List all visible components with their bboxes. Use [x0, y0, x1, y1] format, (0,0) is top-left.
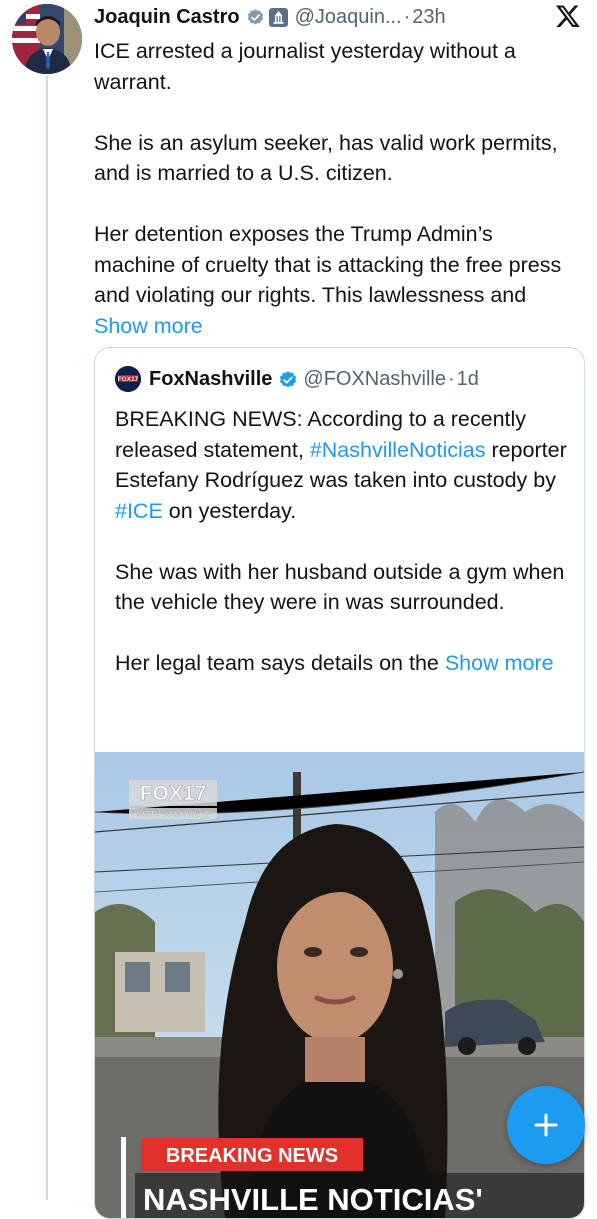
quote-text: Her legal team says details on the — [115, 651, 445, 675]
avatar[interactable] — [12, 4, 82, 74]
quote-timestamp[interactable]: 1d — [457, 368, 479, 391]
quote-author-handle[interactable]: @FOXNashville — [303, 368, 446, 391]
quote-paragraph: Her legal team says details on the Show … — [115, 648, 570, 679]
quote-body: BREAKING NEWS: According to a recently r… — [115, 404, 570, 709]
tweet-paragraph: She is an asylum seeker, has valid work … — [94, 130, 558, 186]
plus-icon — [534, 1113, 558, 1137]
tweet-header: Joaquin Castro @Joaquin... · 23h — [94, 0, 587, 34]
thread-line — [46, 76, 48, 1200]
station-logo-text: FOX17 — [140, 782, 207, 805]
author-name[interactable]: Joaquin Castro — [94, 6, 240, 29]
quote-header: FOX17 FoxNashville @FOXNashville · 1d — [115, 366, 479, 392]
tweet-timestamp[interactable]: 23h — [412, 6, 445, 29]
tweet-body: ICE arrested a journalist yesterday with… — [94, 36, 569, 341]
tweet-paragraph: ICE arrested a journalist yesterday with… — [94, 39, 516, 94]
hashtag-link[interactable]: #ICE — [115, 499, 163, 523]
quote-text: on yesterday. — [162, 498, 297, 523]
dot-separator: · — [403, 5, 411, 28]
quote-author-name[interactable]: FoxNashville — [149, 368, 272, 391]
government-badge-icon[interactable] — [268, 7, 288, 27]
quote-avatar[interactable]: FOX17 — [115, 366, 141, 392]
quote-paragraph: She was with her husband outside a gym w… — [115, 559, 565, 615]
quote-avatar-text: FOX17 — [118, 376, 139, 383]
quote-paragraph: BREAKING NEWS: According to a recently r… — [115, 404, 570, 526]
verified-badge-icon[interactable] — [246, 8, 265, 27]
news-photo: FOX17 WZTV NASHVILLE BREAKING NEWS NASHV… — [95, 752, 584, 1218]
quoted-tweet[interactable]: FOX17 FoxNashville @FOXNashville · 1d BR… — [94, 347, 585, 1219]
tweet-paragraph-text: Her detention exposes the Trump Admin’s … — [94, 222, 562, 307]
hashtag-link[interactable]: #NashvilleNoticias — [310, 438, 486, 462]
show-more-link[interactable]: Show more — [445, 651, 554, 675]
dot-separator: · — [447, 367, 455, 390]
news-video-thumbnail[interactable]: FOX17 WZTV NASHVILLE BREAKING NEWS NASHV… — [95, 752, 584, 1218]
show-more-link[interactable]: Show more — [94, 314, 203, 338]
tweet-paragraph: Her detention exposes the Trump Admin’s … — [94, 219, 569, 341]
author-handle[interactable]: @Joaquin... — [295, 6, 402, 29]
avatar-image — [12, 4, 82, 74]
verified-badge-icon — [278, 370, 297, 389]
compose-button[interactable] — [507, 1086, 585, 1164]
station-sub-text: WZTV NASHVILLE — [136, 809, 210, 819]
breaking-news-banner: BREAKING NEWS — [166, 1145, 338, 1167]
x-logo-icon[interactable] — [555, 3, 581, 36]
